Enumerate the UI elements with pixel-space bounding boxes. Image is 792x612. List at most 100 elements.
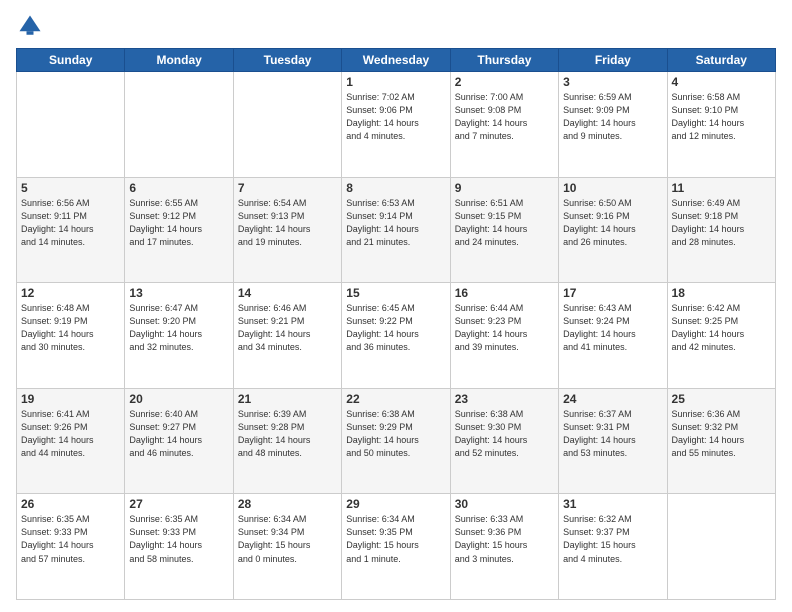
calendar-cell: 5 Sunrise: 6:56 AM Sunset: 9:11 PM Daylig… <box>17 177 125 283</box>
day-number: 6 <box>129 181 228 195</box>
calendar-cell <box>233 72 341 178</box>
day-info: Sunrise: 6:36 AM Sunset: 9:32 PM Dayligh… <box>672 408 771 460</box>
day-info: Sunrise: 6:41 AM Sunset: 9:26 PM Dayligh… <box>21 408 120 460</box>
calendar-cell: 16Sunrise: 6:44 AM Sunset: 9:23 PM Dayli… <box>450 283 558 389</box>
weekday-header: Friday <box>559 49 667 72</box>
calendar-cell: 28 Sunrise: 6:34 AM Sunset: 9:34 PM Dayli… <box>233 494 341 600</box>
day-info: Sunrise: 6:42 AM Sunset: 9:25 PM Dayligh… <box>672 302 771 354</box>
day-info: Sunrise: 6:59 AM Sunset: 9:09 PM Dayligh… <box>563 91 662 143</box>
calendar-cell: 20 Sunrise: 6:40 AM Sunset: 9:27 PM Dayli… <box>125 388 233 494</box>
day-info: Sunrise: 6:38 AM Sunset: 9:30 PM Dayligh… <box>455 408 554 460</box>
day-info: Sunrise: 6:40 AM Sunset: 9:27 PM Dayligh… <box>129 408 228 460</box>
day-number: 25 <box>672 392 771 406</box>
day-info: Sunrise: 6:45 AM Sunset: 9:22 PM Dayligh… <box>346 302 445 354</box>
header <box>16 12 776 40</box>
calendar-cell: 19 Sunrise: 6:41 AM Sunset: 9:26 PM Dayli… <box>17 388 125 494</box>
day-info: Sunrise: 6:48 AM Sunset: 9:19 PM Dayligh… <box>21 302 120 354</box>
calendar-week-row: 26 Sunrise: 6:35 AM Sunset: 9:33 PM Dayli… <box>17 494 776 600</box>
day-number: 11 <box>672 181 771 195</box>
day-info: Sunrise: 6:35 AM Sunset: 9:33 PM Dayligh… <box>21 513 120 565</box>
day-info: Sunrise: 6:50 AM Sunset: 9:16 PM Dayligh… <box>563 197 662 249</box>
day-info: Sunrise: 6:56 AM Sunset: 9:11 PM Dayligh… <box>21 197 120 249</box>
day-number: 20 <box>129 392 228 406</box>
calendar-cell: 2Sunrise: 7:00 AM Sunset: 9:08 PM Daylig… <box>450 72 558 178</box>
calendar-week-row: 1 Sunrise: 7:02 AM Sunset: 9:06 PM Daylig… <box>17 72 776 178</box>
calendar-cell: 14Sunrise: 6:46 AM Sunset: 9:21 PM Dayli… <box>233 283 341 389</box>
calendar-cell <box>125 72 233 178</box>
day-info: Sunrise: 6:33 AM Sunset: 9:36 PM Dayligh… <box>455 513 554 565</box>
day-number: 26 <box>21 497 120 511</box>
day-number: 23 <box>455 392 554 406</box>
day-number: 12 <box>21 286 120 300</box>
day-number: 17 <box>563 286 662 300</box>
calendar-cell <box>667 494 775 600</box>
logo-icon <box>16 12 44 40</box>
day-number: 31 <box>563 497 662 511</box>
calendar-cell: 27Sunrise: 6:35 AM Sunset: 9:33 PM Dayli… <box>125 494 233 600</box>
weekday-header: Tuesday <box>233 49 341 72</box>
day-info: Sunrise: 6:47 AM Sunset: 9:20 PM Dayligh… <box>129 302 228 354</box>
calendar-week-row: 12 Sunrise: 6:48 AM Sunset: 9:19 PM Dayli… <box>17 283 776 389</box>
day-info: Sunrise: 6:44 AM Sunset: 9:23 PM Dayligh… <box>455 302 554 354</box>
day-info: Sunrise: 6:39 AM Sunset: 9:28 PM Dayligh… <box>238 408 337 460</box>
day-number: 10 <box>563 181 662 195</box>
calendar-cell: 17 Sunrise: 6:43 AM Sunset: 9:24 PM Dayli… <box>559 283 667 389</box>
day-info: Sunrise: 6:37 AM Sunset: 9:31 PM Dayligh… <box>563 408 662 460</box>
day-info: Sunrise: 6:58 AM Sunset: 9:10 PM Dayligh… <box>672 91 771 143</box>
day-number: 19 <box>21 392 120 406</box>
calendar-cell: 23 Sunrise: 6:38 AM Sunset: 9:30 PM Dayli… <box>450 388 558 494</box>
day-info: Sunrise: 6:43 AM Sunset: 9:24 PM Dayligh… <box>563 302 662 354</box>
calendar-cell: 9 Sunrise: 6:51 AM Sunset: 9:15 PM Daylig… <box>450 177 558 283</box>
calendar-cell: 26 Sunrise: 6:35 AM Sunset: 9:33 PM Dayli… <box>17 494 125 600</box>
calendar-cell: 22 Sunrise: 6:38 AM Sunset: 9:29 PM Dayli… <box>342 388 450 494</box>
day-info: Sunrise: 6:51 AM Sunset: 9:15 PM Dayligh… <box>455 197 554 249</box>
day-number: 8 <box>346 181 445 195</box>
weekday-header: Wednesday <box>342 49 450 72</box>
day-info: Sunrise: 6:49 AM Sunset: 9:18 PM Dayligh… <box>672 197 771 249</box>
day-info: Sunrise: 7:02 AM Sunset: 9:06 PM Dayligh… <box>346 91 445 143</box>
calendar-cell: 21 Sunrise: 6:39 AM Sunset: 9:28 PM Dayli… <box>233 388 341 494</box>
day-number: 22 <box>346 392 445 406</box>
calendar-cell: 29Sunrise: 6:34 AM Sunset: 9:35 PM Dayli… <box>342 494 450 600</box>
day-number: 29 <box>346 497 445 511</box>
day-number: 15 <box>346 286 445 300</box>
day-number: 18 <box>672 286 771 300</box>
day-info: Sunrise: 6:34 AM Sunset: 9:34 PM Dayligh… <box>238 513 337 565</box>
day-info: Sunrise: 6:46 AM Sunset: 9:21 PM Dayligh… <box>238 302 337 354</box>
day-info: Sunrise: 7:00 AM Sunset: 9:08 PM Dayligh… <box>455 91 554 143</box>
day-number: 24 <box>563 392 662 406</box>
calendar-cell: 4Sunrise: 6:58 AM Sunset: 9:10 PM Daylig… <box>667 72 775 178</box>
calendar-cell <box>17 72 125 178</box>
calendar-week-row: 5 Sunrise: 6:56 AM Sunset: 9:11 PM Daylig… <box>17 177 776 283</box>
calendar-cell: 25 Sunrise: 6:36 AM Sunset: 9:32 PM Dayli… <box>667 388 775 494</box>
day-number: 3 <box>563 75 662 89</box>
calendar-cell: 24 Sunrise: 6:37 AM Sunset: 9:31 PM Dayli… <box>559 388 667 494</box>
day-number: 5 <box>21 181 120 195</box>
weekday-header: Saturday <box>667 49 775 72</box>
day-number: 1 <box>346 75 445 89</box>
day-number: 13 <box>129 286 228 300</box>
calendar-table: SundayMondayTuesdayWednesdayThursdayFrid… <box>16 48 776 600</box>
day-info: Sunrise: 6:35 AM Sunset: 9:33 PM Dayligh… <box>129 513 228 565</box>
calendar-cell: 3 Sunrise: 6:59 AM Sunset: 9:09 PM Daylig… <box>559 72 667 178</box>
day-number: 30 <box>455 497 554 511</box>
weekday-header-row: SundayMondayTuesdayWednesdayThursdayFrid… <box>17 49 776 72</box>
weekday-header: Sunday <box>17 49 125 72</box>
calendar-cell: 1 Sunrise: 7:02 AM Sunset: 9:06 PM Daylig… <box>342 72 450 178</box>
calendar-cell: 13 Sunrise: 6:47 AM Sunset: 9:20 PM Dayli… <box>125 283 233 389</box>
day-number: 21 <box>238 392 337 406</box>
calendar-week-row: 19 Sunrise: 6:41 AM Sunset: 9:26 PM Dayli… <box>17 388 776 494</box>
calendar-cell: 18 Sunrise: 6:42 AM Sunset: 9:25 PM Dayli… <box>667 283 775 389</box>
page: SundayMondayTuesdayWednesdayThursdayFrid… <box>0 0 792 612</box>
weekday-header: Thursday <box>450 49 558 72</box>
calendar-cell: 31 Sunrise: 6:32 AM Sunset: 9:37 PM Dayli… <box>559 494 667 600</box>
calendar-cell: 6 Sunrise: 6:55 AM Sunset: 9:12 PM Daylig… <box>125 177 233 283</box>
day-number: 28 <box>238 497 337 511</box>
day-info: Sunrise: 6:55 AM Sunset: 9:12 PM Dayligh… <box>129 197 228 249</box>
day-number: 9 <box>455 181 554 195</box>
day-info: Sunrise: 6:32 AM Sunset: 9:37 PM Dayligh… <box>563 513 662 565</box>
day-info: Sunrise: 6:38 AM Sunset: 9:29 PM Dayligh… <box>346 408 445 460</box>
calendar-cell: 8 Sunrise: 6:53 AM Sunset: 9:14 PM Daylig… <box>342 177 450 283</box>
day-info: Sunrise: 6:53 AM Sunset: 9:14 PM Dayligh… <box>346 197 445 249</box>
calendar-cell: 12 Sunrise: 6:48 AM Sunset: 9:19 PM Dayli… <box>17 283 125 389</box>
